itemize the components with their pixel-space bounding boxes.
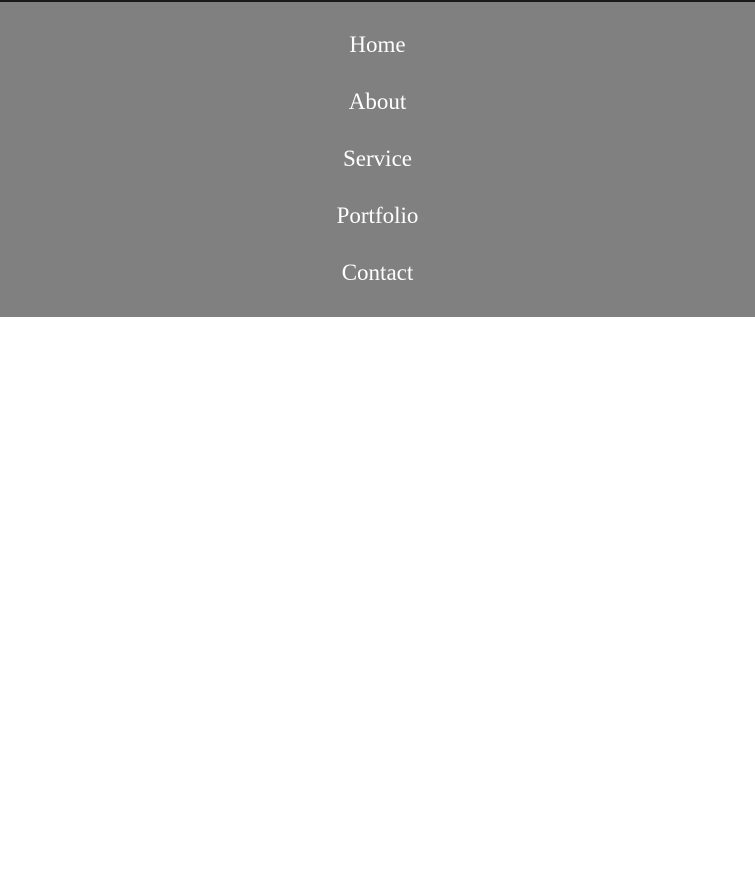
nav-link-service[interactable]: Service bbox=[343, 146, 412, 172]
nav-item-contact: Contact bbox=[0, 244, 755, 301]
nav-link-home[interactable]: Home bbox=[349, 32, 405, 58]
nav-link-contact[interactable]: Contact bbox=[342, 260, 414, 286]
nav-link-portfolio[interactable]: Portfolio bbox=[337, 203, 419, 229]
nav-item-service: Service bbox=[0, 130, 755, 187]
nav-item-home: Home bbox=[0, 16, 755, 73]
nav-item-about: About bbox=[0, 73, 755, 130]
nav-list: Home About Service Portfolio Contact bbox=[0, 16, 755, 301]
nav-link-about[interactable]: About bbox=[349, 89, 407, 115]
nav-item-portfolio: Portfolio bbox=[0, 187, 755, 244]
nav-menu: Home About Service Portfolio Contact bbox=[0, 2, 755, 317]
